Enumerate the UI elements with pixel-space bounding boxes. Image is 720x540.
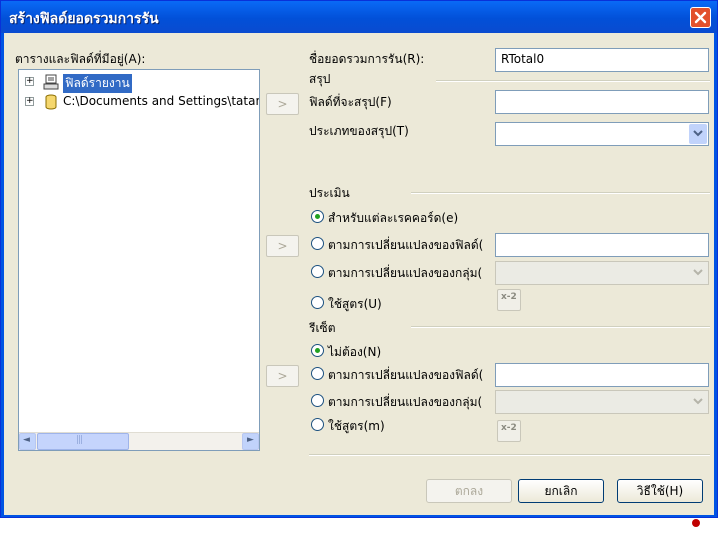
slide-marker-dot bbox=[692, 519, 700, 527]
close-button[interactable] bbox=[690, 7, 711, 28]
chevron-down-icon bbox=[693, 398, 703, 405]
help-button[interactable]: วิธีใช้(H) bbox=[617, 479, 703, 503]
evaluate-formula-label: ใช้สูตร(U) bbox=[328, 297, 382, 311]
dialog-title: สร้างฟิลด์ยอดรวมการรัน bbox=[9, 11, 159, 27]
tree-item-label: C:\Documents and Settings\tatan bbox=[63, 94, 260, 108]
grip-icon: ||| bbox=[76, 435, 83, 445]
reset-group-change-radio[interactable] bbox=[311, 394, 324, 407]
scroll-thumb[interactable]: ||| bbox=[37, 433, 129, 450]
close-icon bbox=[694, 11, 707, 24]
evaluate-each-record-label: สำหรับแต่ละเรคคอร์ด(e) bbox=[328, 211, 459, 225]
evaluate-field-change-radio[interactable] bbox=[311, 237, 324, 250]
field-to-summarize-input[interactable] bbox=[495, 90, 709, 114]
evaluate-formula-button[interactable]: x-2 bbox=[497, 289, 521, 311]
running-total-name-label: ชื่อยอดรวมการรัน(R): bbox=[309, 52, 425, 66]
dropdown-button[interactable] bbox=[689, 124, 707, 144]
add-reset-field-button[interactable]: > bbox=[266, 365, 299, 387]
evaluate-group-change-radio[interactable] bbox=[311, 265, 324, 278]
evaluate-formula-radio[interactable] bbox=[311, 296, 324, 309]
running-total-name-input[interactable]: RTotal0 bbox=[495, 48, 709, 72]
field-to-summarize-label: ฟิลด์ที่จะสรุป(F) bbox=[309, 95, 392, 109]
summary-section-label: สรุป bbox=[309, 72, 331, 86]
evaluate-section-label: ประเมิน bbox=[309, 186, 350, 200]
chevron-down-icon bbox=[693, 269, 703, 276]
evaluate-field-change-label: ตามการเปลี่ยนแปลงของฟิลด์( bbox=[328, 238, 484, 252]
ok-button[interactable]: ตกลง bbox=[426, 479, 512, 503]
evaluate-field-input[interactable] bbox=[495, 233, 709, 257]
add-summary-field-button[interactable]: > bbox=[266, 93, 299, 115]
summary-type-label: ประเภทของสรุป(T) bbox=[309, 124, 409, 138]
available-fields-label: ตารางและฟิลด์ที่มีอยู่(A): bbox=[15, 52, 146, 66]
evaluate-group-change-label: ตามการเปลี่ยนแปลงของกลุ่ม( bbox=[328, 266, 483, 280]
scroll-right-button[interactable]: ► bbox=[242, 433, 259, 450]
dropdown-button[interactable] bbox=[689, 263, 707, 283]
reset-formula-button[interactable]: x-2 bbox=[497, 420, 521, 442]
summary-separator bbox=[436, 80, 710, 82]
evaluate-separator bbox=[411, 192, 710, 194]
dialog-body: ตารางและฟิลด์ที่มีอยู่(A): + ฟิลด์รายงาน… bbox=[4, 33, 714, 515]
summary-type-select[interactable] bbox=[495, 122, 709, 146]
database-icon bbox=[43, 94, 59, 113]
reset-formula-radio[interactable] bbox=[311, 418, 324, 431]
reset-field-change-label: ตามการเปลี่ยนแปลงของฟิลด์( bbox=[328, 368, 484, 382]
evaluate-each-record-radio[interactable] bbox=[311, 210, 324, 223]
reset-group-select[interactable] bbox=[495, 390, 709, 414]
scroll-left-icon: ◄ bbox=[23, 435, 30, 445]
title-bar[interactable]: สร้างฟิลด์ยอดรวมการรัน bbox=[1, 1, 717, 33]
reset-field-change-radio[interactable] bbox=[311, 367, 324, 380]
formula-icon: x-2 bbox=[501, 423, 517, 433]
dialog-window: สร้างฟิลด์ยอดรวมการรัน ตารางและฟิลด์ที่ม… bbox=[0, 0, 718, 518]
scroll-right-icon: ► bbox=[247, 435, 254, 445]
dropdown-button[interactable] bbox=[689, 392, 707, 412]
chevron-down-icon bbox=[693, 130, 703, 137]
reset-never-radio[interactable] bbox=[311, 344, 324, 357]
reset-never-label: ไม่ต้อง(N) bbox=[328, 345, 382, 359]
bottom-separator bbox=[309, 454, 710, 456]
report-fields-icon bbox=[43, 74, 59, 93]
scroll-left-button[interactable]: ◄ bbox=[19, 433, 36, 450]
reset-field-input[interactable] bbox=[495, 363, 709, 387]
evaluate-group-select[interactable] bbox=[495, 261, 709, 285]
add-evaluate-field-button[interactable]: > bbox=[266, 235, 299, 257]
expand-icon[interactable]: + bbox=[25, 97, 34, 106]
fields-tree[interactable]: + ฟิลด์รายงาน + C:\Documents and Setting… bbox=[18, 69, 260, 451]
cancel-button[interactable]: ยกเลิก bbox=[518, 479, 604, 503]
expand-icon[interactable]: + bbox=[25, 77, 34, 86]
tree-item-label: ฟิลด์รายงาน bbox=[63, 74, 132, 93]
reset-formula-label: ใช้สูตร(m) bbox=[328, 419, 385, 433]
reset-section-label: รีเซ็ต bbox=[309, 321, 336, 335]
formula-icon: x-2 bbox=[501, 292, 517, 302]
reset-separator bbox=[411, 326, 710, 328]
horizontal-scrollbar[interactable]: ◄ ||| ► bbox=[19, 432, 259, 450]
reset-group-change-label: ตามการเปลี่ยนแปลงของกลุ่ม( bbox=[328, 395, 483, 409]
